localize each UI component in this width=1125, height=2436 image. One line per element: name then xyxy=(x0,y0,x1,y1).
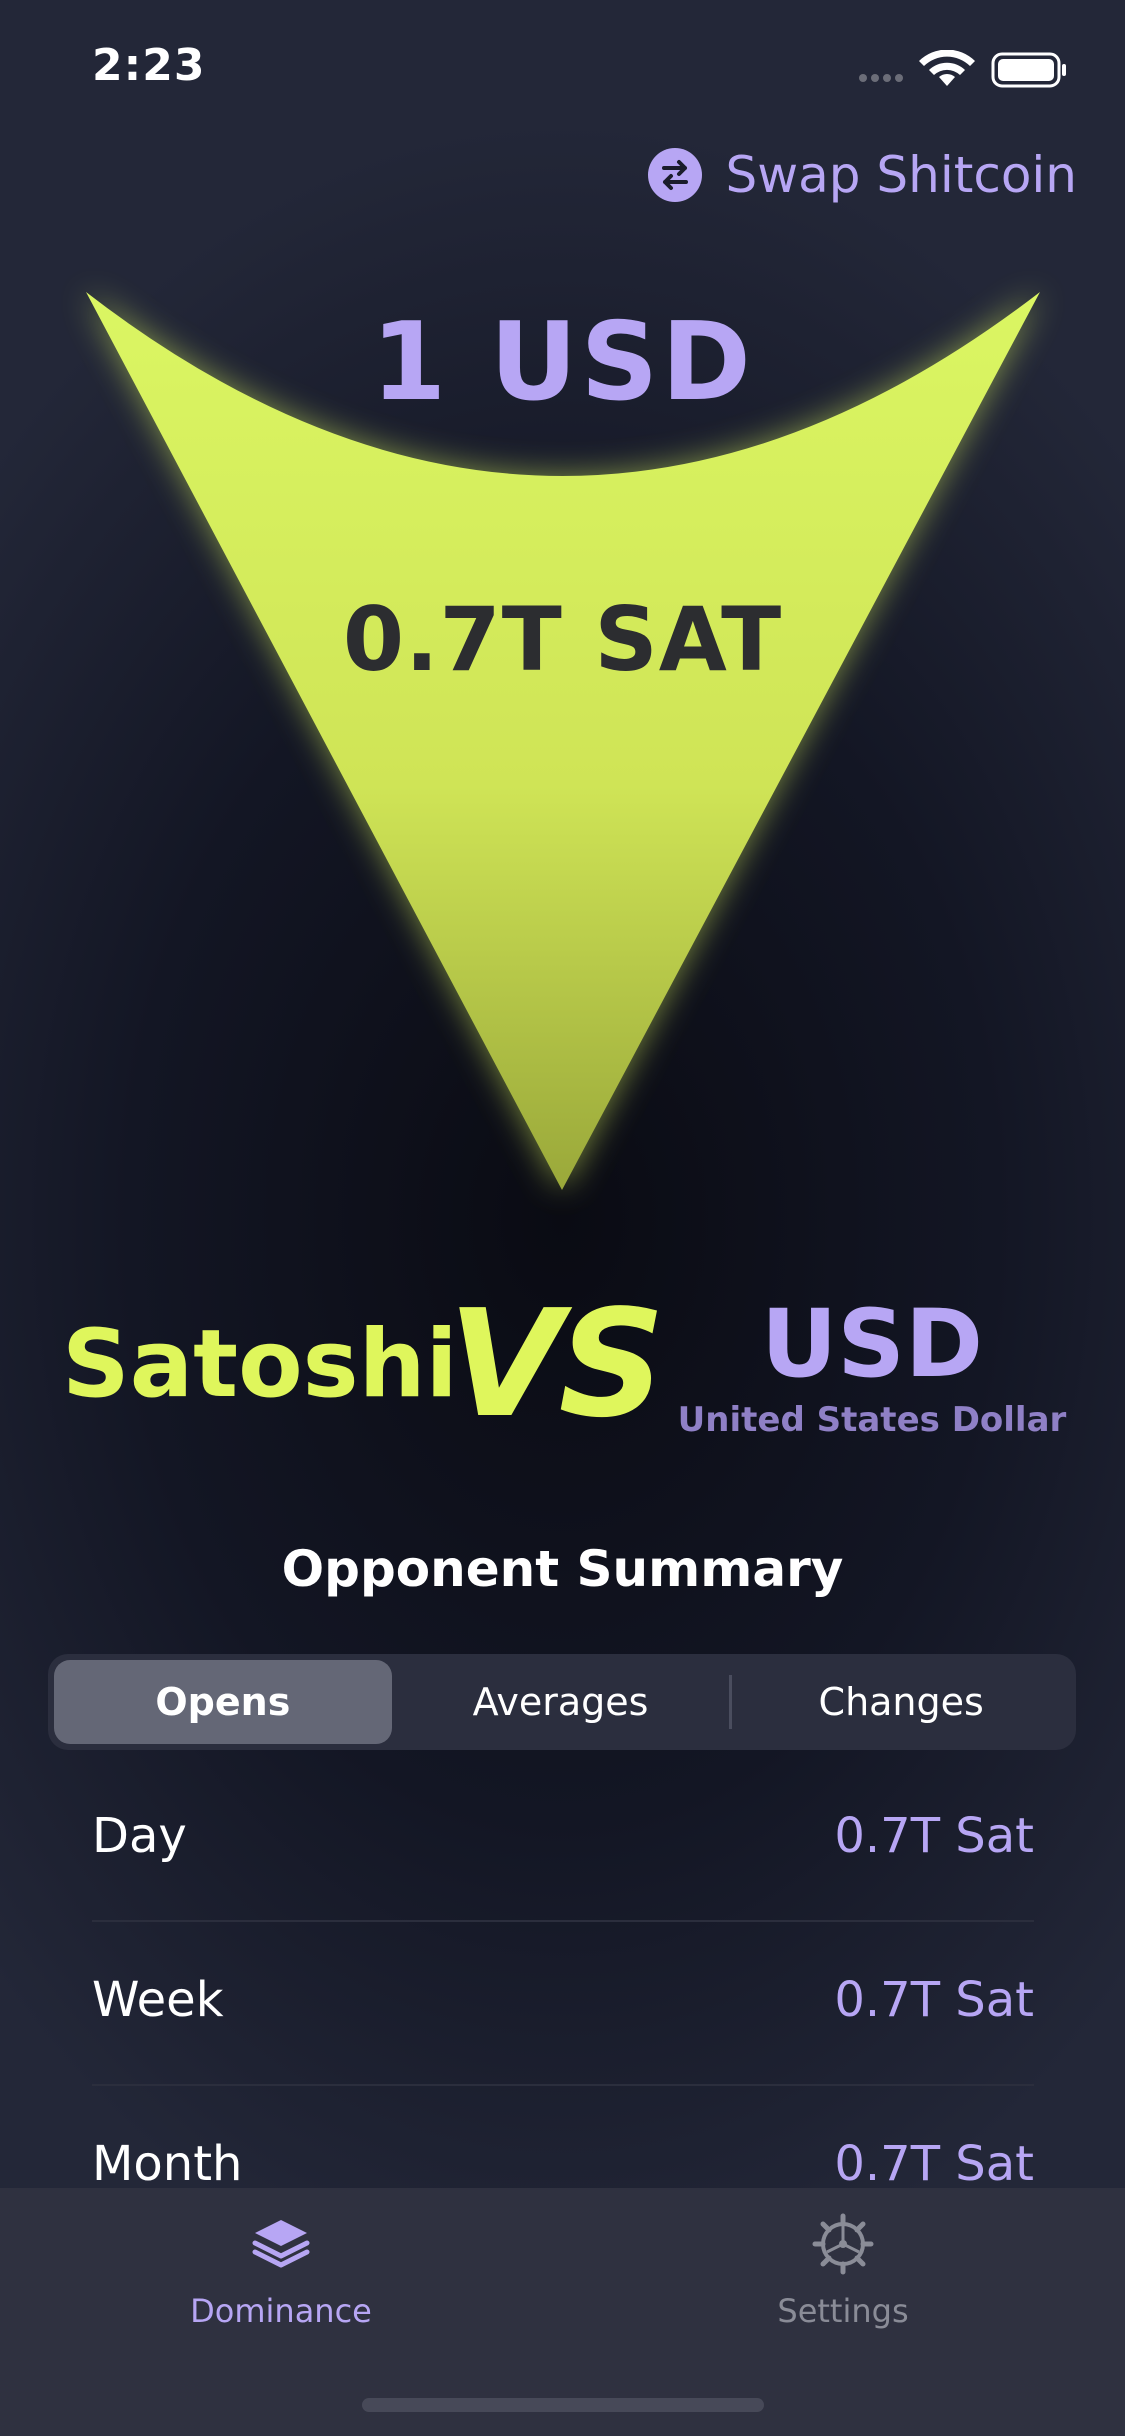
dominance-screen: 2:23 Swap Shitcoin 1 USD 0.7T SAT Satosh… xyxy=(0,0,1125,2436)
opponent-code: USD xyxy=(760,1290,984,1399)
tab-opens[interactable]: Opens xyxy=(54,1660,392,1744)
row-value: 0.7T Sat xyxy=(834,2136,1034,2192)
tab-dominance[interactable]: Dominance xyxy=(131,2188,431,2388)
opponent-name: United States Dollar xyxy=(677,1400,1067,1440)
layers-icon xyxy=(252,2220,310,2268)
wifi-icon xyxy=(919,49,975,86)
tab-dominance-label: Dominance xyxy=(190,2292,372,2330)
battery-icon xyxy=(991,52,1066,88)
vs-label: VS xyxy=(448,1278,665,1450)
swap-shitcoin-button[interactable]: Swap Shitcoin xyxy=(647,142,1078,208)
summary-row-day: Day 0.7T Sat xyxy=(92,1758,1034,1922)
tab-settings-label: Settings xyxy=(777,2292,909,2330)
gear-icon xyxy=(812,2213,874,2275)
satoshi-label: Satoshi xyxy=(62,1310,458,1419)
swap-shitcoin-label: Swap Shitcoin xyxy=(725,146,1078,204)
home-indicator[interactable] xyxy=(362,2398,764,2412)
tab-changes[interactable]: Changes xyxy=(732,1660,1070,1744)
row-value: 0.7T Sat xyxy=(834,1972,1034,2028)
sat-amount: 0.7T SAT xyxy=(342,588,783,691)
opponent-amount: 1 USD xyxy=(371,300,754,425)
row-label: Day xyxy=(92,1808,187,1864)
signal-icon xyxy=(859,74,903,82)
row-label: Month xyxy=(92,2136,243,2192)
summary-row-week: Week 0.7T Sat xyxy=(92,1922,1034,2086)
swap-arrows-icon xyxy=(647,148,702,202)
status-time: 2:23 xyxy=(92,40,206,91)
tab-settings[interactable]: Settings xyxy=(693,2188,993,2388)
tab-averages[interactable]: Averages xyxy=(392,1660,730,1744)
row-label: Week xyxy=(92,1972,224,2028)
tab-bar: Dominance Settings xyxy=(0,2188,1125,2436)
summary-segmented-control: Opens Averages Changes xyxy=(48,1654,1076,1750)
summary-title: Opponent Summary xyxy=(281,1540,844,1598)
status-icons xyxy=(857,49,1077,90)
row-value: 0.7T Sat xyxy=(834,1808,1034,1864)
